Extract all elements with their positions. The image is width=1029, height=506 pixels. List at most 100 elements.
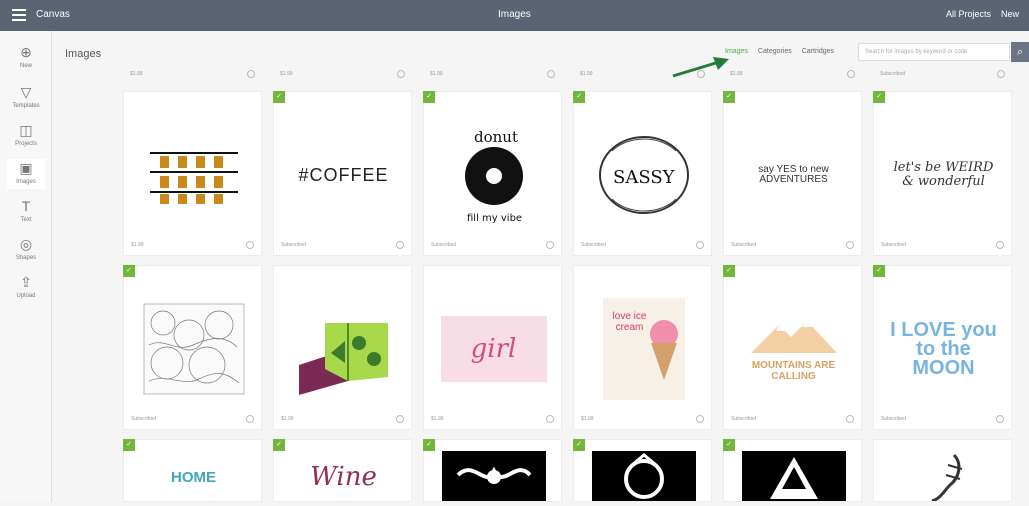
top-bar: Canvas Images All Projects New [0, 0, 1029, 31]
image-tile[interactable]: ✓ [573, 439, 712, 502]
tab-cartridges[interactable]: Cartridges [802, 48, 834, 55]
app-brand: Canvas [36, 9, 70, 20]
subscription-badge: ✓ [723, 91, 735, 103]
search-icon[interactable]: ⌕ [1011, 42, 1029, 62]
subscription-badge: ✓ [573, 439, 585, 451]
info-icon[interactable] [246, 415, 254, 423]
top-row-price: $1.99 [273, 67, 412, 85]
sidebar-item-shapes[interactable]: ◎ Shapes [7, 235, 45, 265]
image-title-text: let's be WEIRD & wonderful [893, 160, 994, 189]
sidebar-item-label: New [19, 63, 32, 69]
shape-icon: ◎ [19, 236, 33, 252]
image-filter-tabs: Images Categories Cartridges [725, 48, 842, 55]
text-icon: T [21, 198, 31, 214]
image-title-text: say YES to new ADVENTURES [758, 163, 829, 185]
image-tile[interactable]: ✓ [423, 439, 562, 502]
image-title-text: SASSY [613, 167, 676, 188]
top-row-price: Subscribed [873, 67, 1012, 85]
folder-icon: ◫ [19, 122, 33, 138]
info-icon[interactable] [997, 70, 1005, 78]
info-icon[interactable] [397, 70, 405, 78]
svg-text:fill my vibe: fill my vibe [467, 213, 522, 224]
image-icon: ▣ [19, 160, 33, 176]
top-row-price: $1.99 [723, 67, 862, 85]
info-icon[interactable] [847, 70, 855, 78]
sidebar-item-templates[interactable]: ▽ Templates [7, 83, 45, 113]
subscription-badge: ✓ [723, 265, 735, 277]
info-icon[interactable] [396, 241, 404, 249]
sidebar-item-label: Images [16, 179, 36, 185]
sidebar-item-label: Upload [16, 293, 36, 299]
subscription-badge: ✓ [573, 91, 585, 103]
info-icon[interactable] [546, 415, 554, 423]
info-icon[interactable] [547, 70, 555, 78]
plus-icon: ⊕ [20, 44, 32, 60]
sidebar-item-upload[interactable]: ⇪ Upload [7, 273, 45, 303]
subscription-badge: ✓ [423, 439, 435, 451]
info-icon[interactable] [396, 415, 404, 423]
image-tile[interactable]: ✓ Subscribed [123, 265, 262, 430]
subscription-badge: ✓ [873, 265, 885, 277]
subscription-badge: ✓ [423, 91, 435, 103]
left-sidebar: ⊕ New ▽ Templates ◫ Projects ▣ Images T Text … [0, 31, 52, 502]
image-title-text: I LOVE you to the MOON [890, 318, 997, 379]
image-title-text: #COFFEE [298, 164, 389, 185]
subscription-badge: ✓ [273, 439, 285, 451]
page-header-title: Images [498, 9, 531, 20]
info-icon[interactable] [696, 241, 704, 249]
image-title-text: girl [470, 334, 517, 364]
image-tile[interactable]: ✓ #COFFEE Subscribed [273, 91, 412, 256]
info-icon[interactable] [697, 70, 705, 78]
subscription-badge: ✓ [873, 91, 885, 103]
image-tile[interactable]: ✓ Wine [273, 439, 412, 502]
info-icon[interactable] [247, 70, 255, 78]
info-icon[interactable] [846, 415, 854, 423]
image-tile[interactable]: ✓ donut fill my vibe Subscribed [423, 91, 562, 256]
top-row-price: $1.99 [423, 67, 562, 85]
subscription-badge: ✓ [723, 439, 735, 451]
image-tile[interactable]: ✓ let's be WEIRD & wonderful Subscribed [873, 91, 1012, 256]
image-tile[interactable]: ✓ SASSY Subscribed [573, 91, 712, 256]
image-tile[interactable]: girl $1.99 [423, 265, 562, 430]
info-icon[interactable] [546, 241, 554, 249]
image-tile[interactable]: ✓ I LOVE you to the MOON Subscribed [873, 265, 1012, 430]
sidebar-item-label: Templates [12, 103, 40, 109]
subscription-badge: ✓ [123, 265, 135, 277]
info-icon[interactable] [246, 241, 254, 249]
image-title-text: donut [474, 128, 518, 146]
image-tile[interactable]: ✓ [723, 439, 862, 502]
image-thumbnail [136, 116, 251, 234]
sidebar-item-label: Shapes [15, 255, 37, 261]
sidebar-item-text[interactable]: T Text [7, 197, 45, 227]
sidebar-item-images[interactable]: ▣ Images [7, 159, 45, 189]
info-icon[interactable] [996, 415, 1004, 423]
all-projects-link[interactable]: All Projects [946, 9, 991, 19]
image-tile[interactable]: ✓ say YES to new ADVENTURES Subscribed [723, 91, 862, 256]
tab-images[interactable]: Images [725, 48, 748, 55]
info-icon[interactable] [696, 415, 704, 423]
subscription-badge: ✓ [273, 91, 285, 103]
sidebar-item-label: Projects [15, 141, 37, 147]
image-tile[interactable]: $1.99 [273, 265, 412, 430]
page-title: Images [65, 48, 102, 60]
tab-categories[interactable]: Categories [758, 48, 792, 55]
image-title-text: Wine [310, 462, 377, 492]
sidebar-item-new[interactable]: ⊕ New [7, 43, 45, 73]
upload-icon: ⇪ [20, 274, 32, 290]
image-title-text: love ice cream [612, 311, 647, 333]
sidebar-item-label: Text [20, 217, 32, 223]
image-tile[interactable]: ✓ HOME [123, 439, 262, 502]
info-icon[interactable] [846, 241, 854, 249]
search-input[interactable]: Search for images by keyword or code [858, 43, 1010, 61]
image-tile[interactable]: $1.99 [123, 91, 262, 256]
hamburger-menu-icon[interactable] [12, 9, 26, 21]
image-tile[interactable] [873, 439, 1012, 502]
image-tile[interactable]: love ice cream $1.99 [573, 265, 712, 430]
subscription-badge: ✓ [123, 439, 135, 451]
new-button[interactable]: New [1001, 9, 1019, 19]
image-tile[interactable]: ✓ MOUNTAINS ARE CALLING Subscribed [723, 265, 862, 430]
info-icon[interactable] [996, 241, 1004, 249]
shirt-icon: ▽ [20, 84, 32, 100]
top-row-price: $1.99 [573, 67, 712, 85]
sidebar-item-projects[interactable]: ◫ Projects [7, 121, 45, 151]
